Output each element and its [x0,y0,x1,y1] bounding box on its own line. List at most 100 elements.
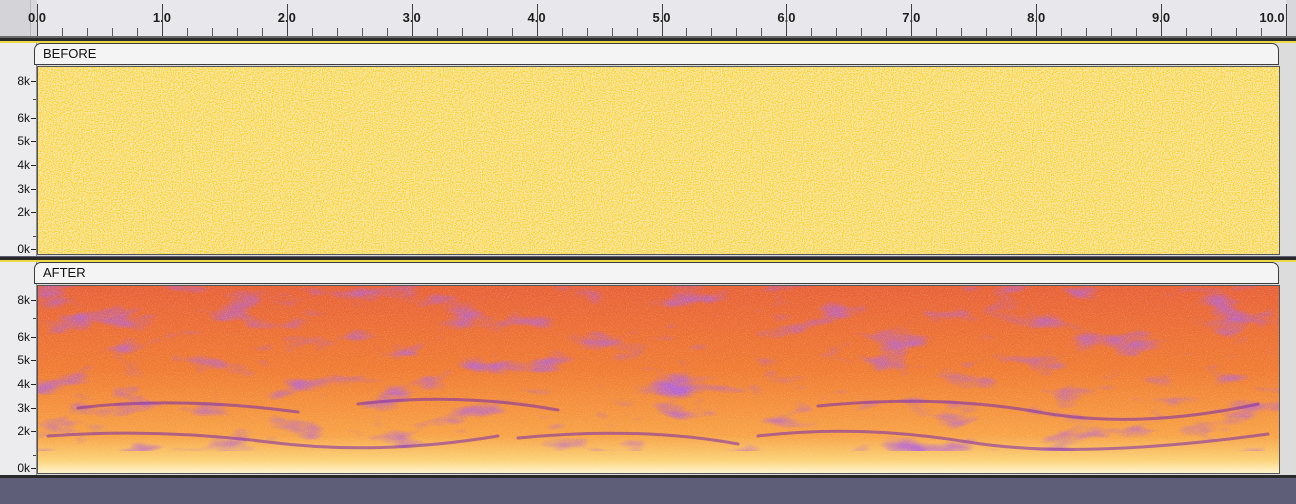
time-tick-minor [486,28,488,36]
frequency-label: 6k [17,330,30,344]
frequency-label: 5k [17,353,30,367]
frequency-tick [31,81,36,82]
frequency-tick [31,408,36,409]
time-tick-minor [386,28,388,36]
frequency-tick [31,249,36,250]
frequency-label: 3k [17,182,30,196]
time-tick-minor [586,28,588,36]
time-tick-minor [461,28,463,36]
time-tick-minor [736,28,738,36]
time-tick-minor [861,28,863,36]
time-tick-minor [436,28,438,36]
time-tick-minor [761,28,763,36]
frequency-tick [31,300,36,301]
time-tick-minor [811,28,813,36]
time-tick-minor [1136,28,1138,36]
spectrogram-view[interactable] [37,66,1280,255]
frequency-minor-tick [33,318,36,319]
spectrogram-view[interactable] [37,285,1280,474]
frequency-label: 0k [17,242,30,256]
frequency-label: 8k [17,74,30,88]
frequency-tick [31,468,36,469]
empty-track-area[interactable] [0,478,1296,504]
time-tick-minor [361,28,363,36]
time-tick-major [786,4,788,36]
frequency-label: 0k [17,461,30,475]
time-tick-minor [986,28,988,36]
time-tick-minor [1086,28,1088,36]
time-tick-minor [1236,28,1238,36]
time-tick-label: 10.0 [1259,10,1285,25]
time-tick-minor [711,28,713,36]
frequency-minor-tick [33,236,36,237]
time-tick-major [1036,4,1038,36]
time-tick-major [536,4,538,36]
ruler-track[interactable]: 0.01.02.03.04.05.06.07.08.09.010.0 [28,0,1287,38]
track-name-tab[interactable]: AFTER [34,262,1279,284]
track-name-label: AFTER [43,265,86,280]
time-tick-major [1286,4,1287,36]
time-tick-minor [936,28,938,36]
time-tick-minor [211,28,213,36]
frequency-tick [31,189,36,190]
frequency-scale[interactable]: 8k 6k 5k 4k 3k 2k 0k [0,262,37,475]
frequency-tick [31,384,36,385]
time-tick-minor [561,28,563,36]
time-tick-minor [1211,28,1213,36]
time-tick-minor [886,28,888,36]
time-tick-major [1161,4,1163,36]
frequency-label: 4k [17,377,30,391]
time-tick-minor [236,28,238,36]
time-tick-minor [61,28,63,36]
audio-track-after[interactable]: 8k 6k 5k 4k 3k 2k 0k AFTER [0,257,1296,475]
frequency-tick [31,337,36,338]
track-name-tab[interactable]: BEFORE [34,43,1279,65]
frequency-minor-tick [33,455,36,456]
ruler-left-pad [0,0,31,38]
time-tick-major [161,4,163,36]
track-right-edge [1281,262,1296,475]
time-tick-minor [311,28,313,36]
time-tick-minor [686,28,688,36]
time-tick-minor [186,28,188,36]
time-tick-minor [961,28,963,36]
time-tick-major [286,4,288,36]
time-tick-minor [511,28,513,36]
time-tick-minor [86,28,88,36]
frequency-tick [31,141,36,142]
time-tick-major [411,4,413,36]
audio-track-before[interactable]: 8k 6k 5k 4k 3k 2k 0k BEFORE [0,38,1296,256]
time-tick-major [37,4,38,36]
frequency-tick [31,118,36,119]
frequency-label: 2k [17,424,30,438]
track-right-edge [1281,43,1296,256]
frequency-label: 4k [17,158,30,172]
time-tick-major [661,4,663,36]
frequency-tick [31,360,36,361]
frequency-scale[interactable]: 8k 6k 5k 4k 3k 2k 0k [0,43,37,256]
time-tick-minor [1186,28,1188,36]
time-tick-minor [1061,28,1063,36]
time-tick-minor [1111,28,1113,36]
frequency-tick [31,212,36,213]
timeline-ruler[interactable]: 0.01.02.03.04.05.06.07.08.09.010.0 [0,0,1296,38]
time-tick-minor [136,28,138,36]
frequency-tick [31,431,36,432]
time-tick-minor [636,28,638,36]
frequency-minor-tick [33,99,36,100]
time-tick-minor [611,28,613,36]
frequency-label: 5k [17,134,30,148]
time-tick-major [911,4,913,36]
time-tick-minor [336,28,338,36]
frequency-label: 6k [17,111,30,125]
time-tick-minor [1261,28,1263,36]
time-tick-minor [261,28,263,36]
track-name-label: BEFORE [43,46,97,61]
frequency-label: 8k [17,293,30,307]
time-tick-minor [111,28,113,36]
frequency-label: 2k [17,205,30,219]
frequency-tick [31,165,36,166]
time-tick-minor [1011,28,1013,36]
frequency-label: 3k [17,401,30,415]
time-tick-minor [836,28,838,36]
